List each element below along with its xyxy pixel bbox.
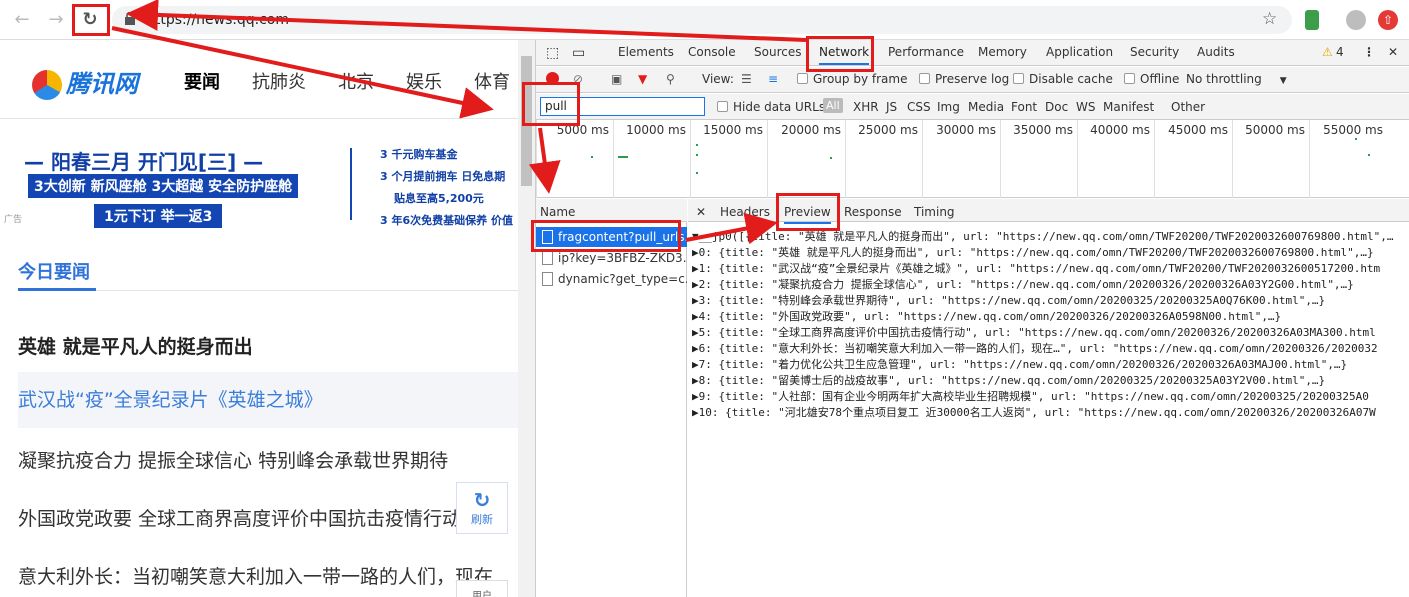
- arrow-line: [111, 26, 494, 119]
- screenshot: ← → ↻ https://news.qq.com ☆ ⇧ 腾讯网 要闻 抗肺炎北…: [0, 0, 1409, 597]
- arrow-line: [126, 0, 807, 42]
- arrow-line: [685, 212, 778, 245]
- arrow-line: [528, 127, 561, 194]
- annotation-arrows: [111, 0, 807, 245]
